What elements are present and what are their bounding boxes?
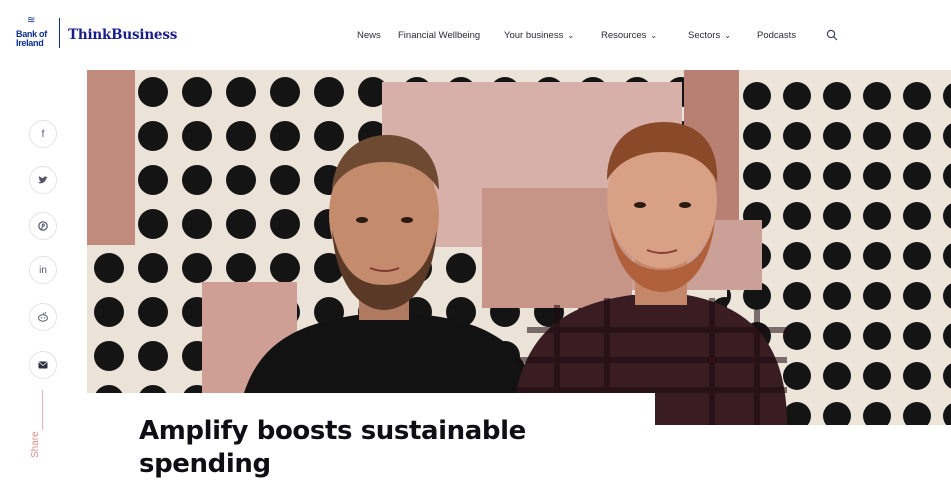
share-reddit-button[interactable] <box>29 303 57 331</box>
nav-item-sectors[interactable]: Sectors ⌄ <box>688 30 731 41</box>
bank-of-ireland-logo[interactable]: ≋ Bank of Ireland <box>16 16 52 50</box>
logo-divider <box>59 18 60 48</box>
twitter-icon <box>38 175 48 183</box>
nav-item-your-business[interactable]: Your business ⌄ <box>504 30 574 41</box>
share-linkedin-button[interactable]: in <box>29 256 57 284</box>
bank-logo-line2: Ireland <box>16 38 44 48</box>
chevron-down-icon: ⌄ <box>650 31 658 40</box>
share-facebook-button[interactable]: f <box>29 120 57 148</box>
share-twitter-button[interactable] <box>29 166 57 194</box>
nav-item-label: Resources <box>601 30 647 41</box>
nav-item-podcasts[interactable]: Podcasts <box>757 30 796 41</box>
brand-name[interactable]: ThinkBusiness <box>68 27 177 43</box>
hero-image <box>87 70 951 425</box>
nav-item-label: Sectors <box>688 30 721 41</box>
share-label: Share <box>30 431 41 458</box>
facebook-icon: f <box>41 128 45 140</box>
chevron-down-icon: ⌄ <box>724 31 731 40</box>
linkedin-icon: in <box>39 264 47 276</box>
article-title: Amplify boosts sustainable spending <box>139 416 526 479</box>
site-header: ≋ Bank of Ireland ThinkBusiness News Fin… <box>0 0 951 70</box>
nav-item-financial-wellbeing[interactable]: Financial Wellbeing <box>398 30 480 41</box>
hero-photo <box>87 70 951 425</box>
chevron-down-icon: ⌄ <box>567 31 575 40</box>
reddit-icon <box>38 312 48 322</box>
crest-icon: ≋ <box>27 15 36 26</box>
nav-item-news[interactable]: News <box>357 30 381 41</box>
share-divider <box>42 390 43 430</box>
search-icon[interactable] <box>826 29 838 41</box>
share-email-button[interactable] <box>29 351 57 379</box>
email-icon <box>38 361 48 369</box>
pinterest-icon <box>38 221 48 231</box>
nav-item-resources[interactable]: Resources ⌄ <box>601 30 657 41</box>
share-pinterest-button[interactable] <box>29 212 57 240</box>
nav-item-label: Your business <box>504 30 564 41</box>
